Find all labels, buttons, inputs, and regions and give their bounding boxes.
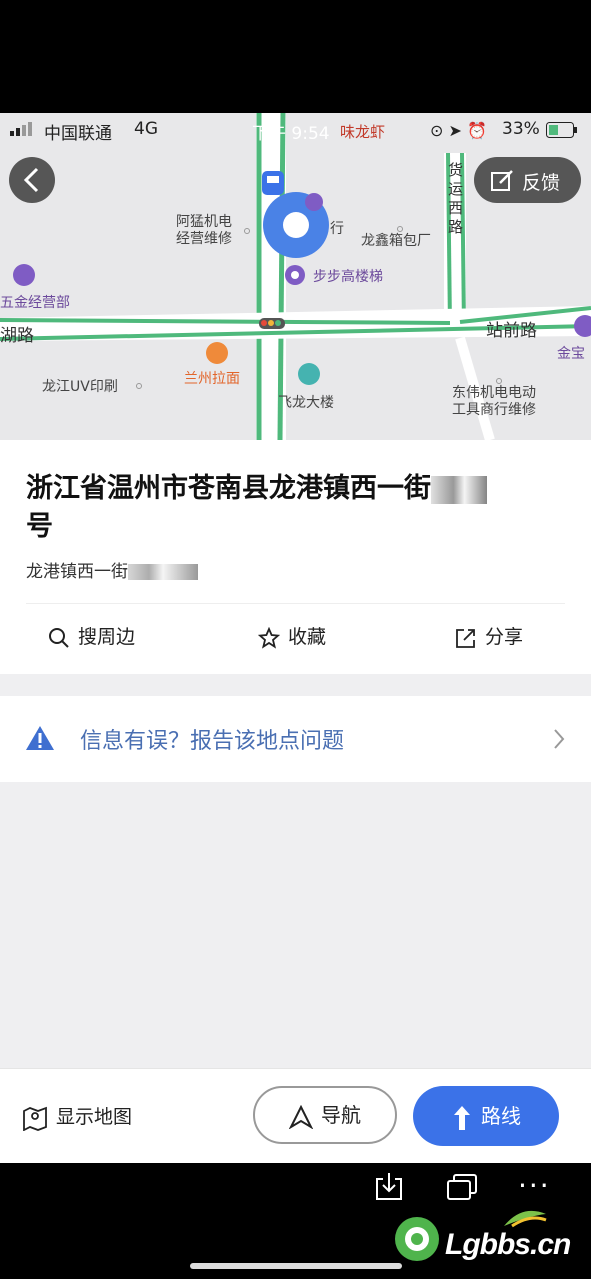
divider (26, 603, 565, 604)
poi-feilong[interactable]: 飞龙大楼 (278, 395, 334, 412)
poi-lanzhou[interactable]: 兰州拉面 (184, 371, 240, 388)
chevron-left-icon (23, 167, 39, 193)
poi-hang: 行 (330, 221, 344, 237)
navigate-label: 导航 (321, 1103, 361, 1127)
report-issue-row[interactable]: 信息有误？报告该地点问题 (0, 696, 591, 782)
watermark-text: Lgbbs.cn (445, 1228, 571, 1261)
battery-percent: 33% (502, 119, 540, 139)
feedback-button[interactable]: 反馈 (474, 157, 581, 203)
place-title-line2: 号 (26, 511, 53, 542)
navigation-arrow-icon (288, 1104, 314, 1130)
favorite-button[interactable]: 收藏 (257, 622, 327, 652)
windows-icon[interactable] (446, 1173, 478, 1201)
watermark-leaf-icon (502, 1208, 548, 1228)
road-label-west: 湖路 (0, 326, 34, 346)
show-map-button[interactable]: 显示地图 (22, 1102, 132, 1131)
star-icon (257, 626, 281, 649)
warning-icon (26, 726, 54, 750)
share-label: 分享 (485, 626, 524, 648)
place-title-line1: 浙江省温州市苍南县龙港镇西一街 (26, 473, 431, 504)
place-title: 浙江省温州市苍南县龙港镇西一街 号 (26, 470, 566, 546)
status-bar: 中国联通 4G 下午 9:54 味龙虾 ⊙ ➤ ⏰ 33% (0, 113, 591, 145)
search-nearby-label: 搜周边 (78, 626, 136, 648)
watermark-logo-icon (395, 1217, 439, 1261)
road-label-east: 站前路 (486, 321, 537, 341)
poi-uv[interactable]: 龙江UV印刷 (42, 379, 118, 396)
navigate-button[interactable]: 导航 (253, 1086, 397, 1144)
bottom-action-bar: 显示地图 导航 路线 (0, 1068, 591, 1163)
back-button[interactable] (9, 157, 55, 203)
feedback-label: 反馈 (522, 172, 561, 194)
poi-amen[interactable]: 阿猛机电 经营维修 (176, 214, 232, 248)
poi-hardware[interactable]: 五金经营部 (0, 295, 70, 312)
app-screen: 中国联通 4G 下午 9:54 味龙虾 ⊙ ➤ ⏰ 33% 反馈 阿猛机电 经营… (0, 113, 591, 1163)
poi-longxin[interactable]: 龙鑫箱包厂 (361, 233, 431, 250)
carrier-label: 中国联通 (44, 124, 112, 144)
poi-dongwei[interactable]: 东伟机电电动 工具商行维修 (452, 385, 536, 419)
share-button[interactable]: 分享 (455, 622, 523, 652)
poi-bubu[interactable]: 步步高楼梯 (313, 269, 383, 286)
show-map-label: 显示地图 (56, 1106, 133, 1128)
edit-icon (491, 170, 513, 191)
poi-jinbao[interactable]: 金宝 (557, 346, 585, 363)
home-indicator[interactable] (190, 1263, 402, 1269)
route-button[interactable]: 路线 (413, 1086, 559, 1146)
report-issue-label: 信息有误？报告该地点问题 (80, 729, 345, 754)
share-icon (456, 628, 475, 648)
place-subtitle-text: 龙港镇西一街 (26, 562, 128, 582)
chevron-right-icon (554, 729, 565, 749)
download-icon[interactable] (375, 1171, 403, 1201)
route-label: 路线 (481, 1104, 521, 1128)
place-subtitle: 龙港镇西一街 (26, 557, 198, 582)
map-pin-icon (23, 1106, 47, 1131)
network-label: 4G (134, 119, 158, 139)
clock: 下午 9:54 (252, 124, 330, 144)
more-icon[interactable]: ··· (518, 1169, 551, 1202)
road-label-vertical: 货运西路 (448, 161, 464, 236)
map-poi-top: 味龙虾 (340, 123, 386, 141)
blurred-redaction (128, 564, 198, 580)
search-icon (49, 627, 69, 648)
route-arrow-icon (454, 1105, 470, 1130)
status-icons: ⊙ ➤ ⏰ (430, 121, 487, 140)
favorite-label: 收藏 (288, 626, 327, 648)
blurred-redaction (431, 475, 487, 504)
search-nearby-button[interactable]: 搜周边 (48, 622, 135, 652)
place-card: 浙江省温州市苍南县龙港镇西一街 号 龙港镇西一街 搜周边 收藏 分享 (0, 440, 591, 674)
map-view[interactable]: 中国联通 4G 下午 9:54 味龙虾 ⊙ ➤ ⏰ 33% 反馈 阿猛机电 经营… (0, 113, 591, 440)
